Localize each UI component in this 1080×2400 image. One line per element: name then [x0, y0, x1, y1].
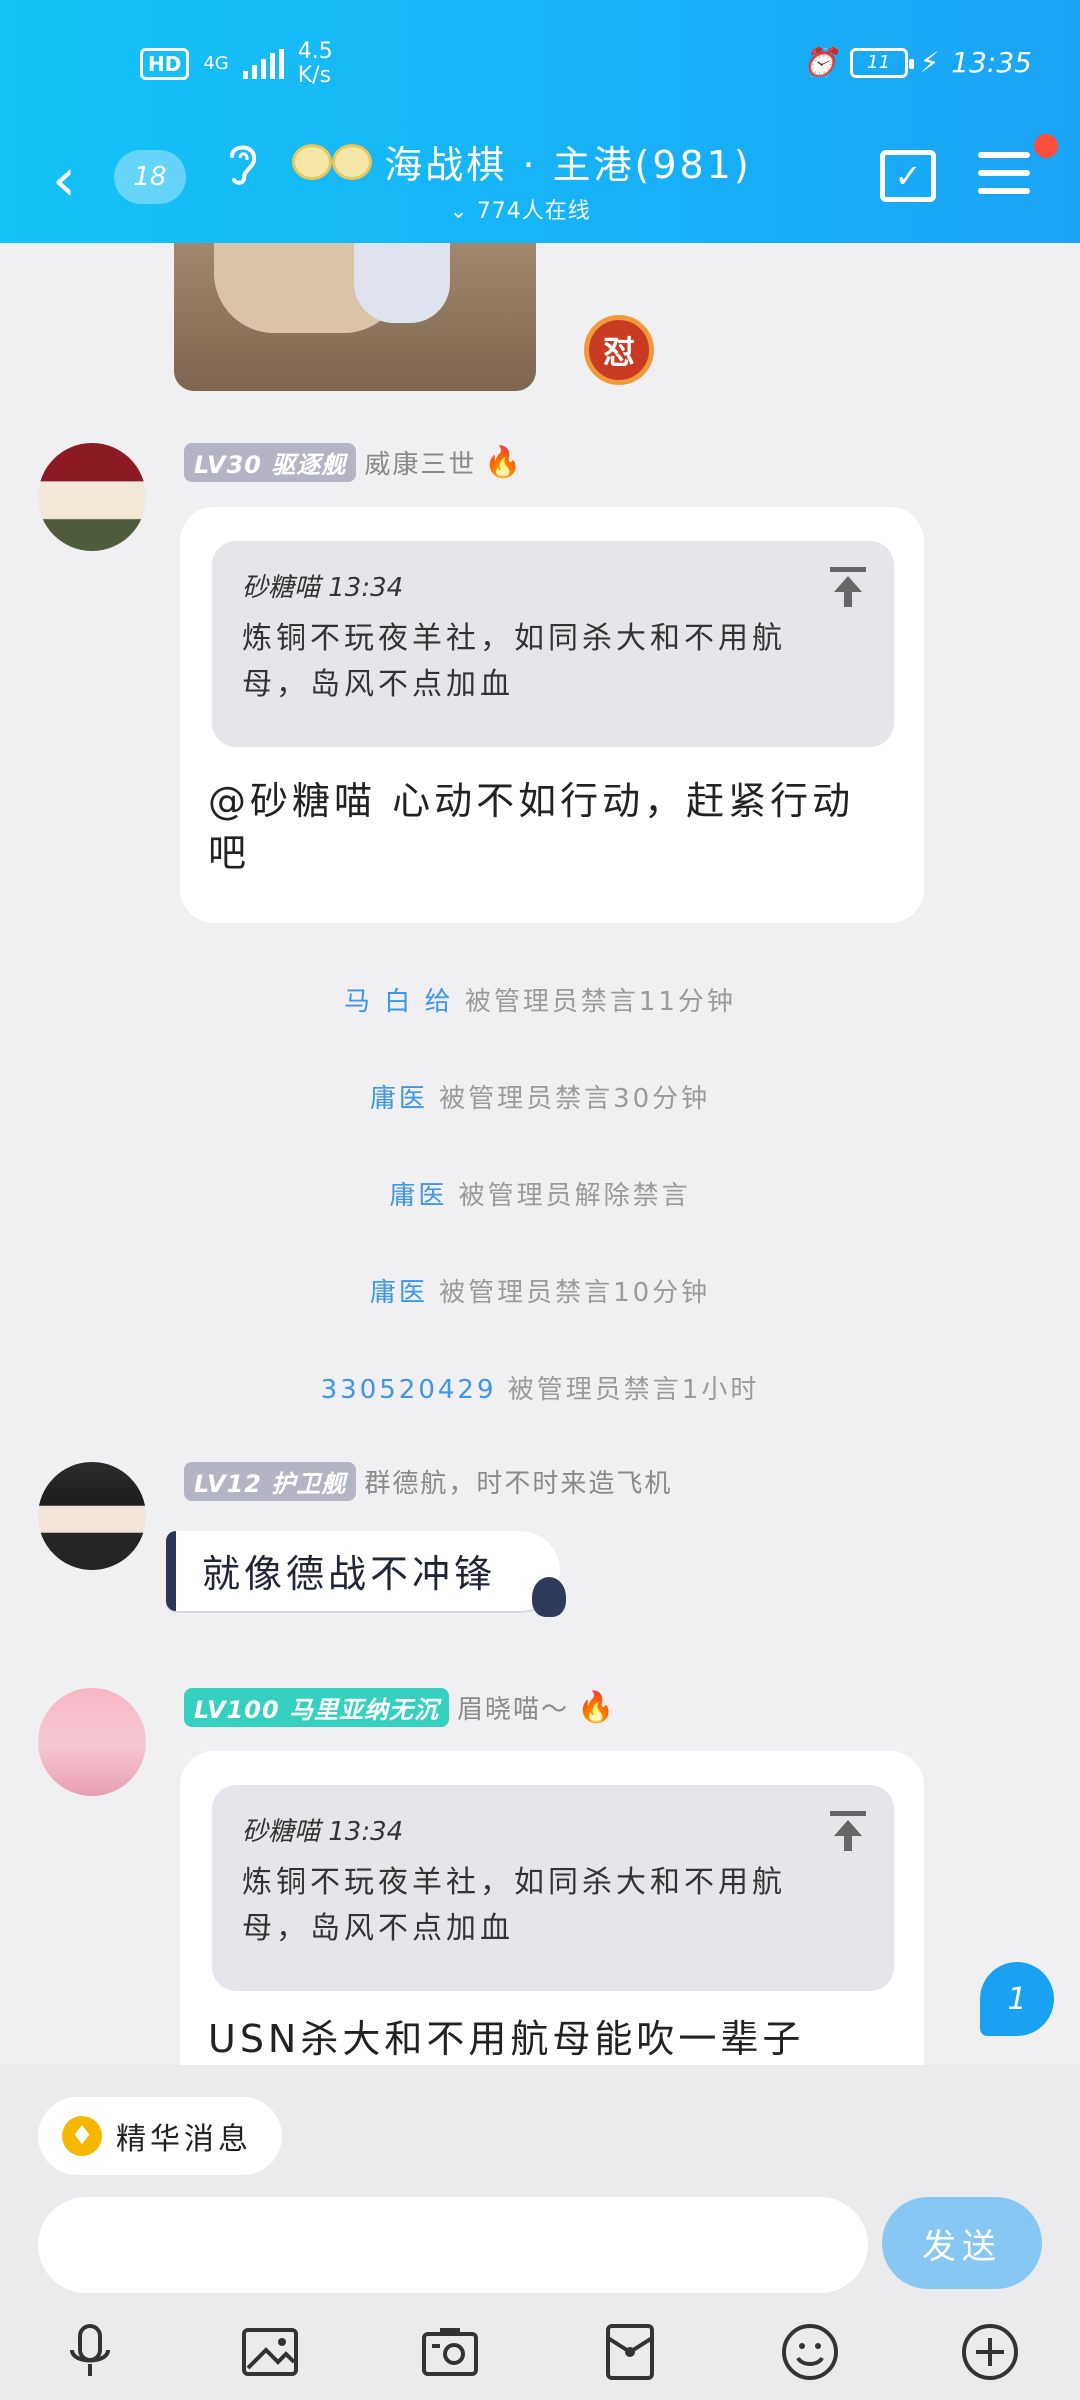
- quote-author-time: 砂糖喵 13:34: [242, 1817, 404, 1847]
- quoted-message[interactable]: 砂糖喵 13:34 炼铜不玩夜羊社，如同杀大和不用航母，岛风不点加血: [212, 1785, 894, 1991]
- notice-action: 被管理员禁言1小时: [507, 1375, 760, 1405]
- message-bubble[interactable]: 就像德战不冲锋: [166, 1531, 566, 1617]
- level-badge: LV30 驱逐舰: [184, 443, 357, 482]
- system-notice: 330520429 被管理员禁言1小时: [0, 1369, 1080, 1406]
- chat-area[interactable]: 怼 LV30 驱逐舰 威康三世 🔥 砂糖喵 13:34 炼铜不玩夜羊社，如同杀大…: [0, 243, 1080, 2065]
- group-title: 海战棋 · 主港(981): [384, 143, 752, 187]
- level-badge: LV12 护卫舰: [184, 1462, 357, 1501]
- new-message-badge[interactable]: 1: [980, 1962, 1054, 2036]
- chat-header: HD 4G 4.5 K/s ⏰ 11 ⚡ 13:35 ‹ 18 海战棋 · 主港…: [0, 0, 1080, 243]
- notification-dot: [1034, 134, 1058, 158]
- bubble-mascot-icon: [532, 1577, 566, 1617]
- notice-action: 被管理员解除禁言: [458, 1181, 691, 1211]
- microphone-icon[interactable]: [56, 2318, 124, 2386]
- status-right: ⏰ 11 ⚡ 13:35: [803, 46, 1032, 79]
- hd-indicator: HD: [140, 48, 190, 80]
- status-left: HD 4G 4.5 K/s: [140, 40, 333, 88]
- nickname[interactable]: 威康三世: [364, 444, 476, 481]
- clock: 13:35: [951, 46, 1032, 79]
- signal-icon: [242, 49, 284, 79]
- charging-icon: ⚡: [919, 46, 940, 79]
- input-panel: ♦ 精华消息 发送: [0, 2065, 1080, 2400]
- message-input[interactable]: [38, 2197, 868, 2293]
- camera-icon[interactable]: [416, 2318, 484, 2386]
- notice-user[interactable]: 330520429: [321, 1375, 497, 1405]
- ear-icon[interactable]: [222, 140, 262, 199]
- rage-sticker[interactable]: 怼: [584, 315, 654, 385]
- message-meta: LV12 护卫舰 群德航，时不时来造飞机: [184, 1462, 672, 1501]
- notice-action: 被管理员禁言30分钟: [439, 1084, 711, 1114]
- notice-user[interactable]: 庸医: [370, 1084, 428, 1114]
- message-bubble[interactable]: 砂糖喵 13:34 炼铜不玩夜羊社，如同杀大和不用航母，岛风不点加血 USN杀大…: [180, 1751, 924, 2065]
- group-title-area[interactable]: 海战棋 · 主港(981) ⌄ 774人在线: [280, 134, 760, 225]
- level-badge: LV100 马里亚纳无沉: [184, 1688, 450, 1727]
- input-toolbar: [0, 2310, 1080, 2400]
- photo-figure: [354, 243, 450, 323]
- message-text: USN杀大和不用航母能吹一辈子: [208, 2017, 805, 2061]
- group-emoji-icon: [288, 140, 376, 184]
- notice-action: 被管理员禁言11分钟: [464, 987, 736, 1017]
- system-notice: 马 白 给 被管理员禁言11分钟: [0, 981, 1080, 1018]
- menu-icon[interactable]: [978, 152, 1030, 206]
- plus-icon[interactable]: [956, 2318, 1024, 2386]
- chevron-down-icon: ⌄: [449, 199, 469, 224]
- online-count: ⌄ 774人在线: [280, 193, 760, 225]
- battery-icon: 11: [849, 47, 914, 78]
- speed-unit: K/s: [297, 63, 332, 88]
- essence-label: 精华消息: [116, 2122, 252, 2157]
- message-meta: LV100 马里亚纳无沉 眉晓喵～ 🔥: [184, 1688, 614, 1727]
- nickname[interactable]: 眉晓喵～: [457, 1689, 569, 1726]
- notice-action: 被管理员禁言10分钟: [439, 1278, 711, 1308]
- quoted-message[interactable]: 砂糖喵 13:34 炼铜不玩夜羊社，如同杀大和不用航母，岛风不点加血: [212, 541, 894, 747]
- avatar[interactable]: [38, 443, 146, 551]
- quote-text: 炼铜不玩夜羊社，如同杀大和不用航母，岛风不点加血: [242, 1865, 786, 1946]
- quote-author-time: 砂糖喵 13:34: [242, 573, 404, 603]
- avatar[interactable]: [38, 1462, 146, 1570]
- network-speed: 4.5 K/s: [298, 40, 333, 88]
- fire-icon: 🔥: [577, 1690, 615, 1725]
- system-notice: 庸医 被管理员禁言30分钟: [0, 1078, 1080, 1115]
- notice-user[interactable]: 马 白 给: [344, 987, 454, 1017]
- notice-user[interactable]: 庸医: [370, 1278, 428, 1308]
- nickname[interactable]: 群德航，时不时来造飞机: [364, 1463, 672, 1500]
- quote-text: 炼铜不玩夜羊社，如同杀大和不用航母，岛风不点加血: [242, 621, 786, 702]
- alarm-icon: ⏰: [802, 46, 838, 79]
- image-icon[interactable]: [236, 2318, 304, 2386]
- essence-button[interactable]: ♦ 精华消息: [38, 2097, 282, 2175]
- red-packet-icon[interactable]: [596, 2318, 664, 2386]
- system-notice: 庸医 被管理员禁言10分钟: [0, 1272, 1080, 1309]
- emoji-icon[interactable]: [776, 2318, 844, 2386]
- online-text: 774人在线: [476, 199, 591, 224]
- jump-to-top-icon[interactable]: [830, 1811, 866, 1851]
- notice-user[interactable]: 庸医: [389, 1181, 447, 1211]
- message-meta: LV30 驱逐舰 威康三世 🔥: [184, 443, 522, 482]
- message-text: @砂糖喵 心动不如行动，赶紧行动吧: [208, 779, 855, 875]
- avatar[interactable]: [38, 1688, 146, 1796]
- calendar-check-icon[interactable]: ✓: [880, 150, 936, 202]
- message-bubble[interactable]: 砂糖喵 13:34 炼铜不玩夜羊社，如同杀大和不用航母，岛风不点加血 @砂糖喵 …: [180, 507, 924, 923]
- message-text: 就像德战不冲锋: [202, 1552, 497, 1596]
- nav-bar: ‹ 18 海战棋 · 主港(981) ⌄ 774人在线 ✓: [0, 130, 1080, 240]
- fire-icon: 🔥: [484, 445, 522, 480]
- send-button[interactable]: 发送: [882, 2197, 1042, 2289]
- jump-to-top-icon[interactable]: [830, 567, 866, 607]
- shared-photo[interactable]: [174, 243, 536, 391]
- system-notice: 庸医 被管理员解除禁言: [0, 1175, 1080, 1212]
- unread-count-badge[interactable]: 18: [114, 150, 186, 204]
- network-type: 4G: [203, 53, 229, 74]
- speed-value: 4.5: [297, 39, 333, 64]
- back-icon[interactable]: ‹: [52, 150, 76, 210]
- status-bar: HD 4G 4.5 K/s ⏰ 11 ⚡ 13:35: [0, 0, 1080, 120]
- flame-drop-icon: ♦: [62, 2116, 102, 2156]
